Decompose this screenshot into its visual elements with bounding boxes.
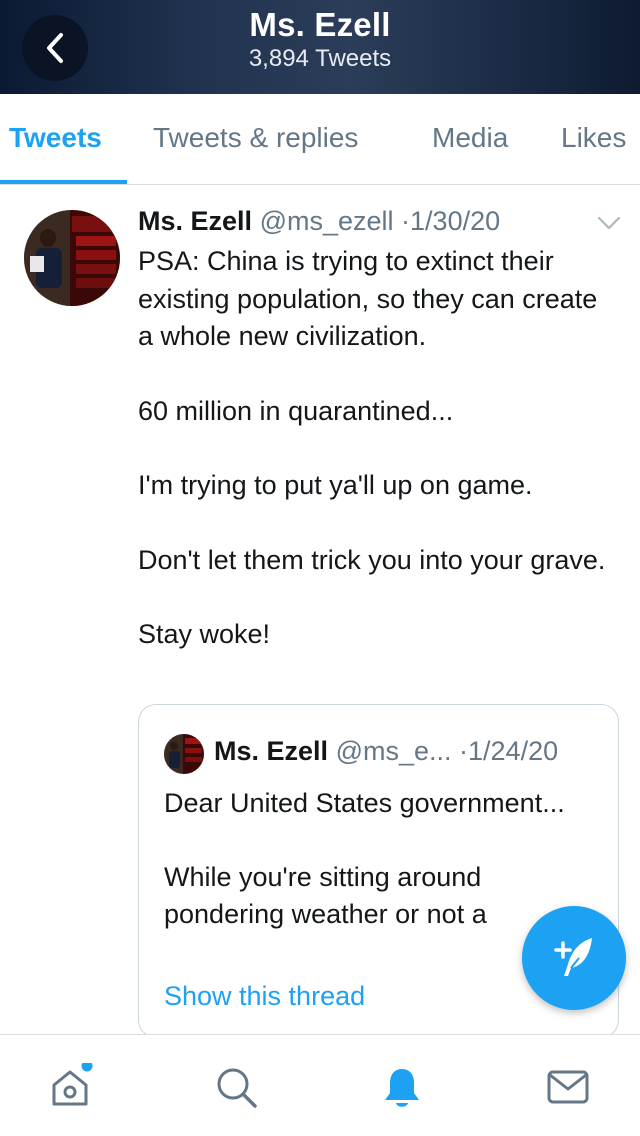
quoted-tweet-date: 1/24/20 (468, 736, 559, 766)
tab-media[interactable]: Media (432, 122, 508, 154)
meta-separator: · (401, 206, 411, 236)
home-icon (52, 1063, 93, 1106)
tab-likes[interactable]: Likes (561, 122, 626, 154)
search-icon (217, 1068, 257, 1108)
quoted-tweet-text: Dear United States government... While y… (164, 785, 604, 933)
nav-messages[interactable] (544, 1063, 592, 1111)
tweet-line: I'm trying to put ya'll up on game. (138, 470, 533, 500)
tweet-line: PSA: China is trying to extinct their ex… (138, 246, 598, 351)
avatar[interactable] (24, 210, 120, 306)
profile-name-title: Ms. Ezell (249, 6, 391, 43)
tweet-line: 60 million in quarantined... (138, 395, 454, 426)
bottom-tab-bar (0, 1034, 640, 1136)
mail-icon (547, 1070, 589, 1104)
chevron-down-icon[interactable] (596, 214, 622, 232)
tab-tweets[interactable]: Tweets (9, 122, 102, 154)
bell-icon (385, 1069, 419, 1107)
tweet-count: 3,894 Tweets (248, 45, 392, 72)
quoted-line: Dear United States government... (164, 788, 565, 818)
tab-tweets-replies[interactable]: Tweets & replies (153, 122, 358, 154)
quoted-avatar (164, 734, 204, 774)
meta-separator: · (459, 736, 469, 766)
quoted-author-name: Ms. Ezell (214, 736, 329, 766)
quoted-author-handle: @ms_e... (335, 736, 452, 766)
tweet-author-name[interactable]: Ms. Ezell (138, 206, 252, 236)
tweet-line: Don't let them trick you into your grave… (138, 544, 606, 575)
quoted-tweet-header: Ms. Ezell @ms_e... ·1/24/20 (214, 736, 558, 767)
profile-tabs: Tweets Tweets & replies Media Likes (0, 94, 640, 185)
tweet-header: Ms. Ezell @ms_ezell ·1/30/20 (138, 206, 500, 237)
tweet-date[interactable]: 1/30/20 (410, 206, 500, 236)
tweet-author-handle[interactable]: @ms_ezell (260, 206, 394, 236)
profile-header: Ms. Ezell 3,894 Tweets (0, 0, 640, 94)
compose-button[interactable] (522, 906, 626, 1010)
compose-tweet-icon (554, 938, 592, 976)
tweet-text: PSA: China is trying to extinct their ex… (138, 243, 618, 654)
nav-notifications[interactable] (378, 1063, 426, 1111)
nav-search[interactable] (212, 1063, 260, 1111)
avatar-image (24, 210, 120, 306)
active-tab-indicator (0, 180, 127, 184)
nav-home[interactable] (46, 1063, 94, 1111)
show-thread-link[interactable]: Show this thread (164, 981, 365, 1012)
tweet-line: Stay woke! (138, 619, 271, 649)
